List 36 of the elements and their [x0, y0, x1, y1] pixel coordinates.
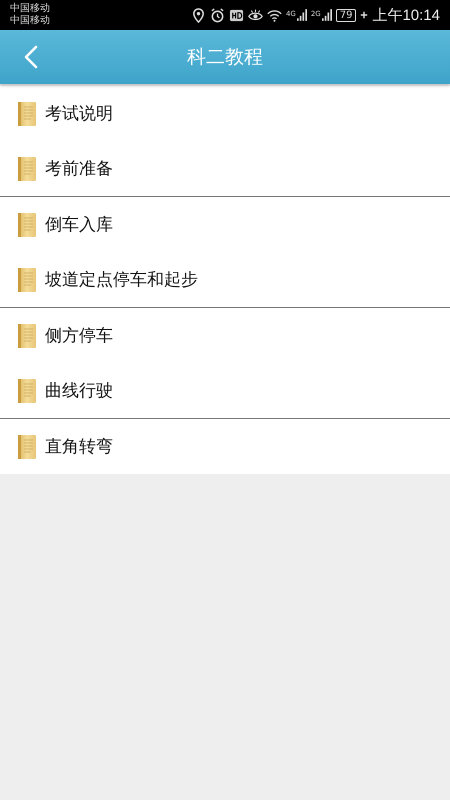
- clock: 上午10:14: [372, 6, 440, 24]
- list-item[interactable]: 直角转弯: [0, 419, 450, 474]
- item-label: 直角转弯: [45, 436, 113, 458]
- document-icon: [18, 268, 36, 292]
- item-label: 倒车入库: [45, 214, 113, 236]
- document-icon: [18, 102, 36, 126]
- item-label: 考试说明: [45, 103, 113, 125]
- alarm-icon: [210, 8, 225, 22]
- eye-icon: [248, 8, 263, 22]
- item-label: 考前准备: [45, 158, 113, 180]
- signal-icon: [296, 9, 307, 21]
- location-icon: [190, 8, 206, 22]
- list-item[interactable]: 考试说明: [0, 86, 450, 141]
- item-label: 侧方停车: [45, 325, 113, 347]
- carrier-name: 中国移动: [10, 3, 50, 14]
- document-icon: [18, 434, 36, 458]
- item-label: 坡道定点停车和起步: [45, 269, 198, 291]
- signal-icon: [322, 9, 332, 21]
- list-item[interactable]: 考前准备: [0, 141, 450, 196]
- wifi-icon: [266, 8, 282, 22]
- carrier-name: 中国移动: [10, 15, 50, 27]
- document-icon: [18, 156, 36, 180]
- hd-icon: [228, 8, 244, 22]
- page-title: 科二教程: [187, 45, 263, 70]
- document-icon: [18, 378, 36, 402]
- back-button[interactable]: [22, 43, 40, 71]
- list-item[interactable]: 曲线行驶: [0, 363, 450, 418]
- item-label: 曲线行驶: [45, 380, 113, 402]
- document-icon: [18, 324, 36, 348]
- list-item[interactable]: 倒车入库: [0, 197, 450, 252]
- charging-icon: [360, 11, 368, 19]
- battery-level: 79: [336, 8, 356, 22]
- back-icon: [24, 45, 38, 69]
- list-item[interactable]: 侧方停车: [0, 308, 450, 363]
- list-item[interactable]: 坡道定点停车和起步: [0, 252, 450, 307]
- document-icon: [18, 212, 36, 236]
